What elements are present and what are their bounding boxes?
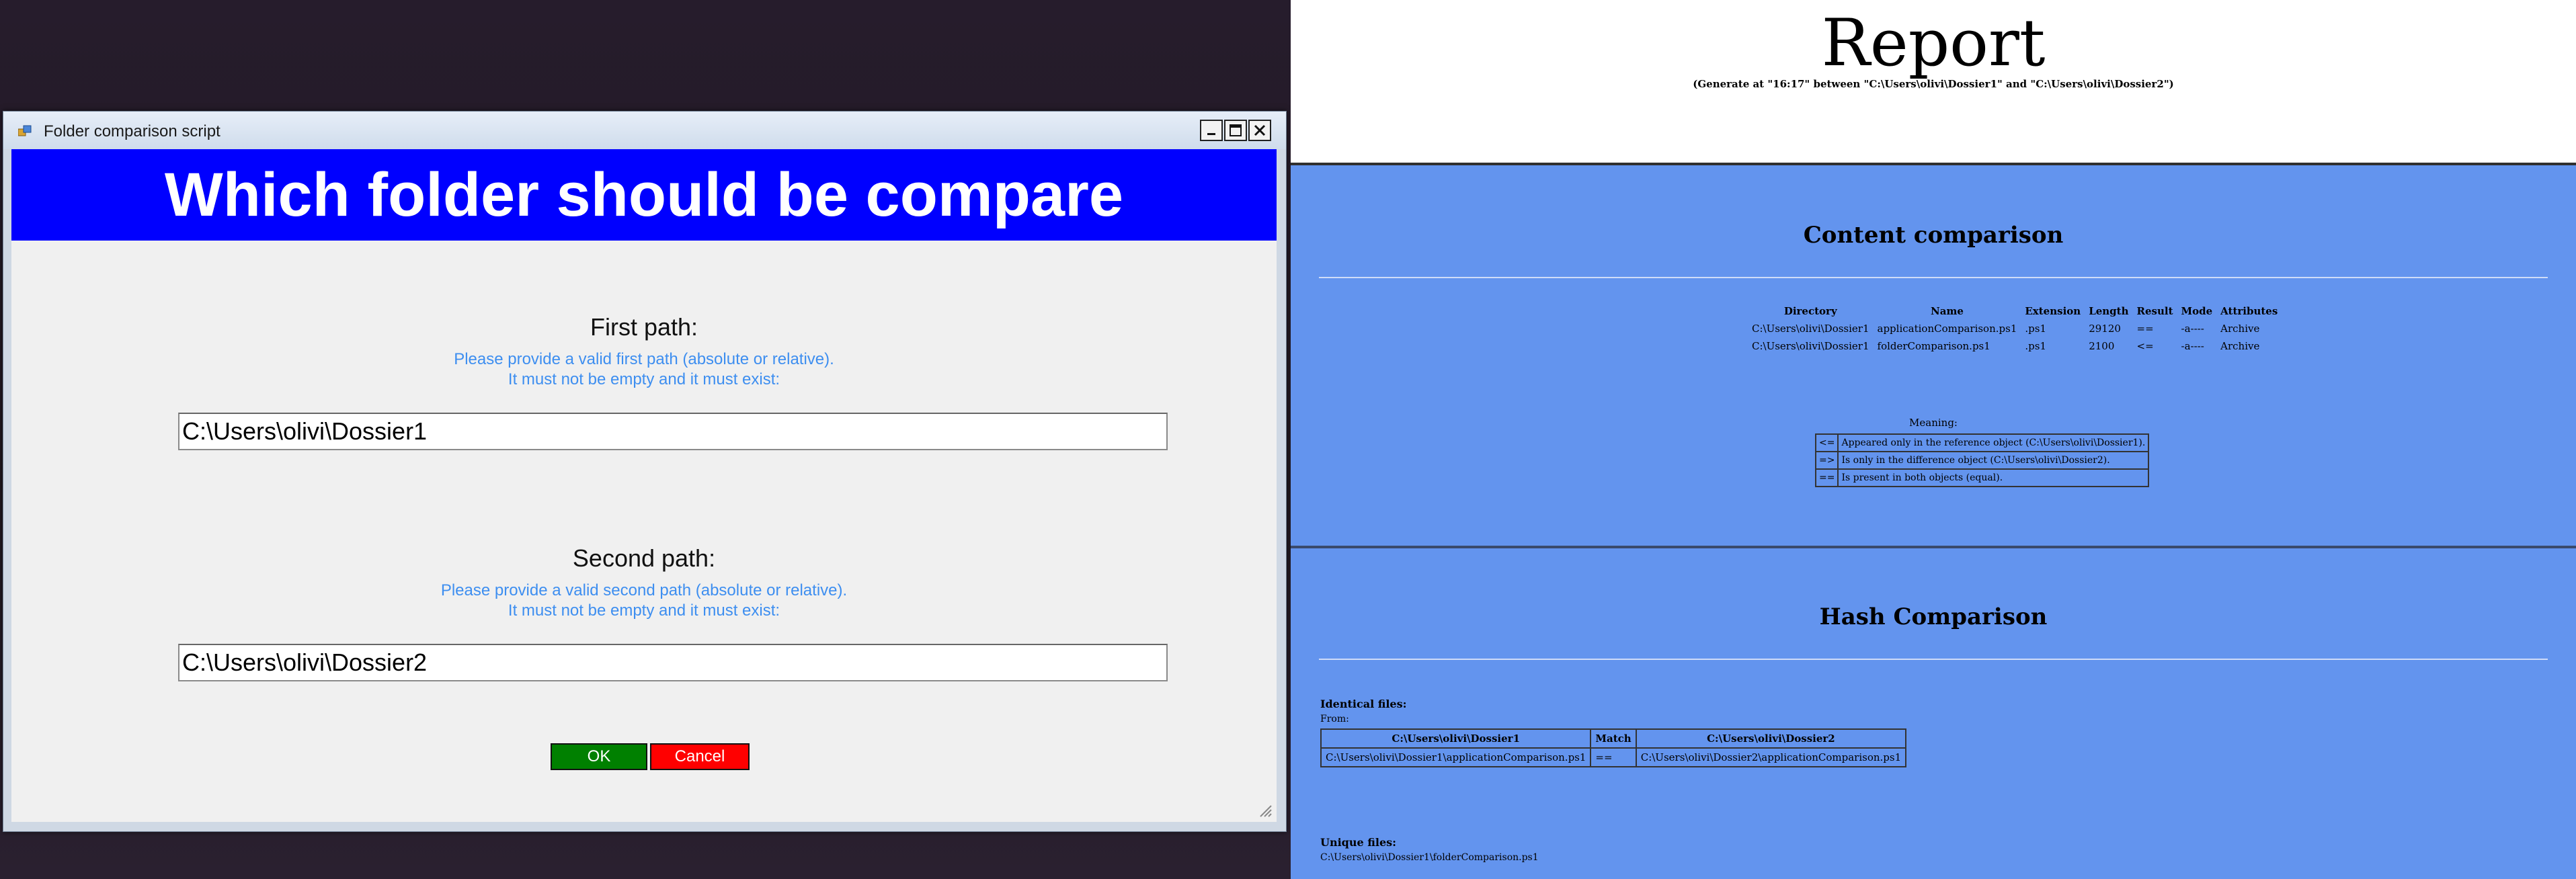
table-cell: -a---- [2181,340,2204,352]
table-cell: -a---- [2181,323,2204,335]
first-path-label: First path: [590,313,698,341]
column-header: Attributes [2220,305,2278,317]
meaning-label: Meaning: [1909,417,1958,429]
table-cell: .ps1 [2025,323,2046,335]
ok-button[interactable]: OK [551,743,647,770]
report-header: Report (Generate at "16:17" between "C:\… [1291,0,2576,165]
dialog-body: Which folder should be compare First pat… [11,149,1277,822]
hash-comparison-title: Hash Comparison [1819,603,2048,630]
column-header: Directory [1783,305,1837,317]
column-header: Length [2089,305,2129,317]
table-cell: C:\Users\olivi\Dossier1 [1752,340,1869,352]
table-cell: <= [2136,340,2154,352]
section-rule [1319,277,2548,278]
table-row: <= Appeared only in the reference object… [1814,433,2150,452]
table-cell: folderComparison.ps1 [1877,340,1990,352]
column-header: Extension [2025,305,2081,317]
table-cell: C:\Users\olivi\Dossier1\applicationCompa… [1320,747,1592,767]
first-path-input[interactable] [178,413,1168,450]
table-cell: Archive [2220,323,2260,335]
folder-comparison-dialog: Folder comparison script Which folder sh… [3,111,1287,832]
identical-files-label: Identical files: [1320,698,1407,710]
table-row: C:\Users\olivi\Dossier1 folderComparison… [1748,337,2282,355]
column-header: Mode [2181,305,2213,317]
table-cell: == [2136,323,2154,335]
table-cell: .ps1 [2025,340,2046,352]
hash-comparison-table: C:\Users\olivi\Dossier1 Match C:\Users\o… [1320,728,1907,767]
title-bar[interactable]: Folder comparison script [3,112,1286,149]
column-header: Result [2136,305,2173,317]
table-cell: C:\Users\olivi\Dossier2\applicationCompa… [1635,747,1907,767]
table-cell: => [1814,451,1839,470]
report-page: Report (Generate at "16:17" between "C:\… [1291,0,2576,879]
window-title: Folder comparison script [44,122,220,140]
unique-files-label: Unique files: [1320,836,1397,849]
table-cell: == [1814,468,1839,487]
resize-grip-icon[interactable] [1258,803,1273,818]
from-label: From: [1320,714,1349,724]
close-icon [1254,124,1266,136]
table-header-row: C:\Users\olivi\Dossier1 Match C:\Users\o… [1320,728,1907,749]
table-cell: Archive [2220,340,2260,352]
first-path-help-2: It must not be empty and it must exist: [508,370,780,388]
table-cell: 29120 [2089,323,2121,335]
cancel-button[interactable]: Cancel [650,743,750,770]
maximize-button[interactable] [1224,120,1247,141]
table-cell: 2100 [2089,340,2115,352]
table-cell: Appeared only in the reference object (C… [1837,433,2150,452]
table-row: == Is present in both objects (equal). [1814,468,2150,487]
table-cell: Is only in the difference object (C:\Use… [1837,451,2150,470]
section-rule [1319,659,2548,660]
unique-file-path: C:\Users\olivi\Dossier1\folderComparison… [1320,852,1539,863]
table-cell: C:\Users\olivi\Dossier1 [1752,323,1869,335]
meaning-table: <= Appeared only in the reference object… [1814,433,2150,487]
close-button[interactable] [1248,120,1271,141]
minimize-icon [1207,133,1215,135]
column-header: Name [1931,305,1964,317]
banner-title: Which folder should be compare [164,160,1124,229]
minimize-button[interactable] [1200,120,1223,141]
table-row: C:\Users\olivi\Dossier1\applicationCompa… [1320,747,1907,767]
table-cell: <= [1814,433,1839,452]
table-cell: applicationComparison.ps1 [1877,323,2017,335]
table-row: => Is only in the difference object (C:\… [1814,451,2150,470]
second-path-help-2: It must not be empty and it must exist: [508,601,780,620]
report-title: Report [1821,5,2046,81]
column-header: C:\Users\olivi\Dossier2 [1635,728,1907,749]
section-separator [1291,546,2576,548]
maximize-icon [1230,124,1242,136]
table-row: C:\Users\olivi\Dossier1 applicationCompa… [1748,320,2282,337]
content-comparison-title: Content comparison [1803,222,2064,249]
table-header-row: Directory Name Extension Length Result M… [1748,302,2282,320]
table-cell: Is present in both objects (equal). [1837,468,2150,487]
column-header: Match [1590,728,1637,749]
banner: Which folder should be compare [11,149,1277,241]
second-path-label: Second path: [572,544,716,572]
content-comparison-table: Directory Name Extension Length Result M… [1748,302,2282,355]
table-cell: == [1590,747,1637,767]
first-path-help-1: Please provide a valid first path (absol… [454,350,834,368]
second-path-input[interactable] [178,644,1168,681]
app-icon [18,125,32,136]
column-header: C:\Users\olivi\Dossier1 [1320,728,1592,749]
report-subtitle: (Generate at "16:17" between "C:\Users\o… [1693,78,2174,90]
second-path-help-1: Please provide a valid second path (abso… [440,581,848,599]
